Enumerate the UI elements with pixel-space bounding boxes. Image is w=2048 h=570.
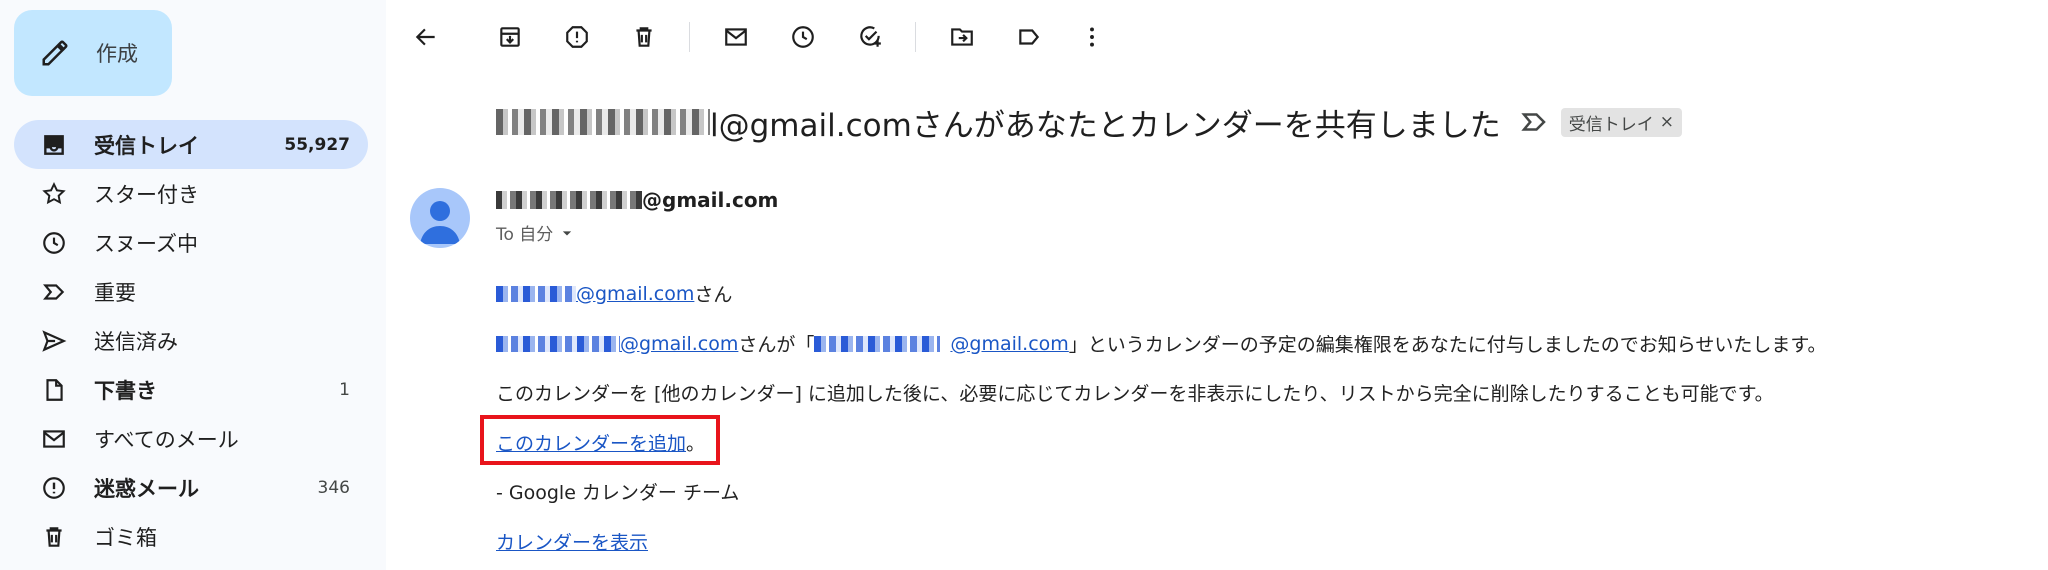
star-icon	[40, 180, 68, 208]
sidebar-item-label: 迷惑メール	[94, 476, 199, 501]
mail-icon	[725, 28, 747, 46]
compose-label: 作成	[96, 42, 138, 66]
label-icon	[1019, 29, 1040, 45]
compose-button[interactable]: 作成	[14, 10, 172, 96]
share-text-2: 」というカレンダーの予定の編集権限をあなたに付与しましたのでお知らせいたします。	[1068, 334, 1827, 356]
trash-icon	[636, 27, 652, 47]
inbox-label-chip: 受信トレイ ×	[1560, 107, 1683, 137]
nav-list: 受信トレイ 55,927 スター付き スヌーズ中 重要 送信済み 下書き 1 す…	[14, 120, 368, 561]
clock-icon	[792, 26, 814, 48]
redacted-address	[496, 285, 576, 302]
more-vert-icon	[1090, 27, 1094, 47]
signature-text: - Google カレンダー チーム	[496, 482, 740, 504]
spam-icon	[40, 474, 68, 502]
clock-icon	[40, 229, 68, 257]
sidebar-item-label: スター付き	[94, 182, 199, 207]
draft-icon	[40, 376, 68, 404]
snooze-button[interactable]	[783, 17, 823, 57]
move-to-button[interactable]	[942, 17, 982, 57]
inbox-icon	[40, 131, 68, 159]
sidebar-item-label: 送信済み	[94, 329, 178, 354]
unread-count: 55,927	[284, 134, 350, 155]
share-text-1: さんが「	[738, 334, 815, 356]
sidebar-item-label: すべてのメール	[94, 427, 239, 452]
redacted-address	[496, 335, 620, 352]
important-marker-icon[interactable]	[1519, 107, 1549, 137]
back-button[interactable]	[406, 17, 446, 57]
sidebar-item-label: 重要	[94, 280, 136, 305]
delete-button[interactable]	[624, 17, 664, 57]
sidebar-item-label: スヌーズ中	[94, 231, 198, 256]
item-count: 346	[317, 477, 350, 498]
toolbar-divider	[689, 22, 690, 52]
message-toolbar	[386, 0, 2048, 72]
person-icon	[420, 201, 460, 244]
send-icon	[40, 327, 68, 355]
report-icon	[566, 26, 588, 48]
sharer-email-link[interactable]: @gmail.com	[620, 333, 738, 355]
trash-icon	[40, 523, 68, 551]
more-button[interactable]	[1072, 17, 1112, 57]
sidebar: 作成 受信トレイ 55,927 スター付き スヌーズ中 重要 送信済み 下書き …	[0, 0, 386, 570]
toolbar-divider	[915, 22, 916, 52]
sidebar-item-snoozed[interactable]: スヌーズ中	[14, 218, 368, 267]
item-count: 1	[339, 379, 350, 400]
arrow-back-icon	[415, 28, 435, 46]
sidebar-item-all-mail[interactable]: すべてのメール	[14, 414, 368, 463]
signature-line: - Google カレンダー チーム	[496, 478, 739, 505]
greeting-suffix: さん	[694, 284, 733, 306]
folder-move-icon	[951, 28, 973, 46]
info-line: このカレンダーを [他のカレンダー] に追加した後に、必要に応じてカレンダーを非…	[496, 379, 1774, 406]
remove-label-button[interactable]: ×	[1660, 112, 1674, 132]
share-notice-line: @gmail.com さんが「 @gmail.com 」というカレンダーの予定の…	[496, 330, 1827, 357]
sidebar-item-trash[interactable]: ゴミ箱	[14, 512, 368, 561]
sidebar-item-sent[interactable]: 送信済み	[14, 316, 368, 365]
label-button[interactable]	[1009, 17, 1049, 57]
view-calendar-line: カレンダーを表示	[496, 528, 648, 555]
sidebar-item-starred[interactable]: スター付き	[14, 169, 368, 218]
to-text: To 自分	[496, 225, 554, 245]
redacted-sender	[496, 191, 642, 209]
important-icon	[40, 278, 68, 306]
archive-button[interactable]	[490, 17, 530, 57]
report-spam-button[interactable]	[557, 17, 597, 57]
add-to-tasks-button[interactable]	[850, 17, 890, 57]
redacted-address	[496, 109, 710, 135]
greeting-line: @gmail.com さん	[496, 280, 732, 307]
archive-icon	[500, 27, 520, 47]
mark-unread-button[interactable]	[716, 17, 756, 57]
redacted-address	[814, 335, 941, 352]
mail-icon	[40, 425, 68, 453]
sidebar-item-label: ゴミ箱	[94, 525, 157, 550]
sender-domain: @gmail.com	[642, 188, 779, 212]
highlight-box	[480, 415, 720, 465]
sidebar-item-inbox[interactable]: 受信トレイ 55,927	[14, 120, 368, 169]
recipient-details[interactable]: To 自分	[496, 220, 577, 245]
pencil-icon	[42, 40, 68, 66]
sidebar-item-label: 下書き	[94, 378, 157, 403]
greeting-email-link[interactable]: @gmail.com	[576, 283, 694, 305]
calendar-email-link[interactable]: @gmail.com	[950, 333, 1068, 355]
add-calendar-line: このカレンダーを追加 。	[480, 415, 720, 465]
sender-email[interactable]: @gmail.com	[496, 188, 778, 212]
view-calendar-link[interactable]: カレンダーを表示	[496, 528, 648, 555]
task-add-icon	[860, 26, 881, 47]
avatar[interactable]	[410, 188, 470, 248]
label-chip-text: 受信トレイ	[1568, 114, 1654, 135]
email-subject: l@gmail.comさんがあなたとカレンダーを共有しました 受信トレイ ×	[496, 96, 1683, 148]
caret-down-icon	[563, 230, 572, 235]
sidebar-item-label: 受信トレイ	[94, 133, 199, 158]
sidebar-item-drafts[interactable]: 下書き 1	[14, 365, 368, 414]
sidebar-item-spam[interactable]: 迷惑メール 346	[14, 463, 368, 512]
sidebar-item-important[interactable]: 重要	[14, 267, 368, 316]
subject-text: l@gmail.comさんがあなたとカレンダーを共有しました	[710, 107, 1501, 144]
info-text: このカレンダーを [他のカレンダー] に追加した後に、必要に応じてカレンダーを非…	[496, 383, 1774, 405]
